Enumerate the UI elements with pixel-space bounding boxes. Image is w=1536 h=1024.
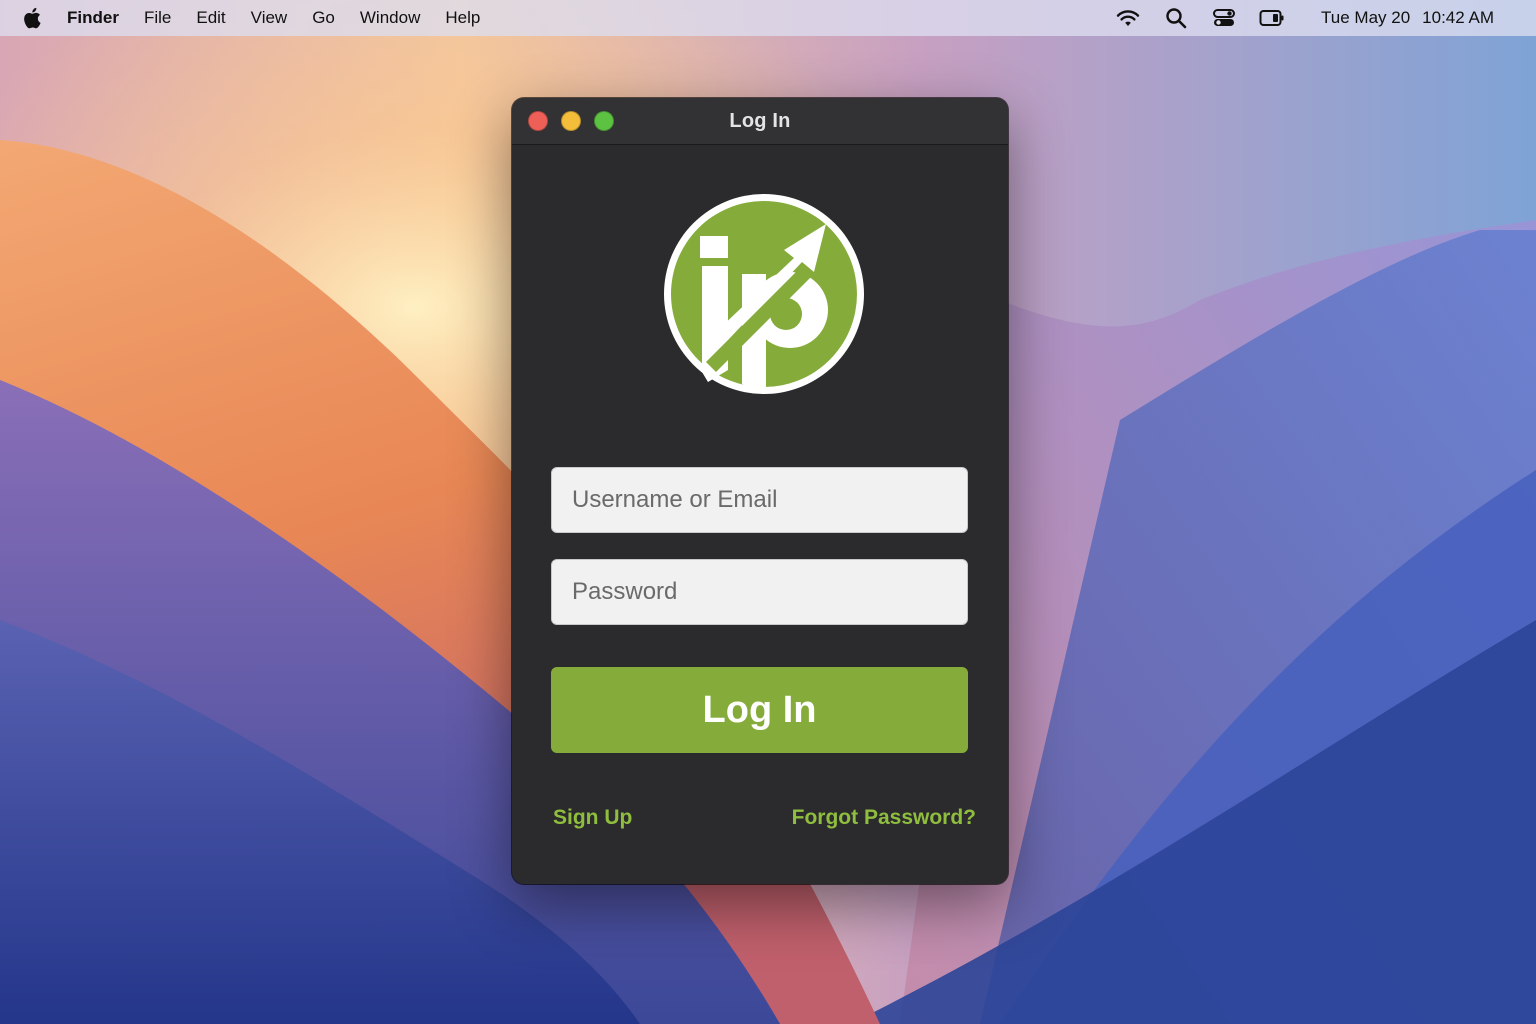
sign-up-link[interactable]: Sign Up	[553, 806, 632, 830]
menu-edit[interactable]: Edit	[196, 0, 225, 36]
forgot-password-link[interactable]: Forgot Password?	[792, 806, 976, 830]
menu-finder[interactable]: Finder	[67, 0, 119, 36]
search-icon[interactable]	[1163, 7, 1189, 29]
window-controls	[528, 111, 627, 131]
minimize-button[interactable]	[561, 111, 581, 131]
menu-view[interactable]: View	[251, 0, 288, 36]
zoom-button[interactable]	[594, 111, 614, 131]
window-title: Log In	[729, 109, 791, 132]
desktop: Finder File Edit View Go Window Help Tue…	[0, 0, 1536, 1024]
menu-clock[interactable]: Tue May 20 10:42 AM	[1321, 8, 1494, 28]
close-button[interactable]	[528, 111, 548, 131]
menu-window[interactable]: Window	[360, 0, 420, 36]
username-input[interactable]	[551, 467, 968, 533]
clock-date: Tue May 20	[1321, 8, 1411, 27]
menu-help[interactable]: Help	[445, 0, 480, 36]
window-titlebar[interactable]: Log In	[512, 98, 1008, 145]
login-button[interactable]: Log In	[551, 667, 968, 753]
clock-time: 10:42 AM	[1422, 8, 1494, 27]
menu-file[interactable]: File	[144, 0, 171, 36]
menu-go[interactable]: Go	[312, 0, 335, 36]
password-field[interactable]	[551, 559, 968, 625]
menu-bar: Finder File Edit View Go Window Help Tue…	[0, 0, 1536, 36]
jp-logo-icon	[664, 194, 864, 394]
apple-icon[interactable]	[22, 7, 42, 29]
login-window: Log In Log In Sign Up Forgot Password?	[512, 98, 1008, 884]
control-center-icon[interactable]	[1211, 7, 1237, 29]
wifi-icon[interactable]	[1115, 7, 1141, 29]
battery-icon[interactable]	[1259, 7, 1285, 29]
